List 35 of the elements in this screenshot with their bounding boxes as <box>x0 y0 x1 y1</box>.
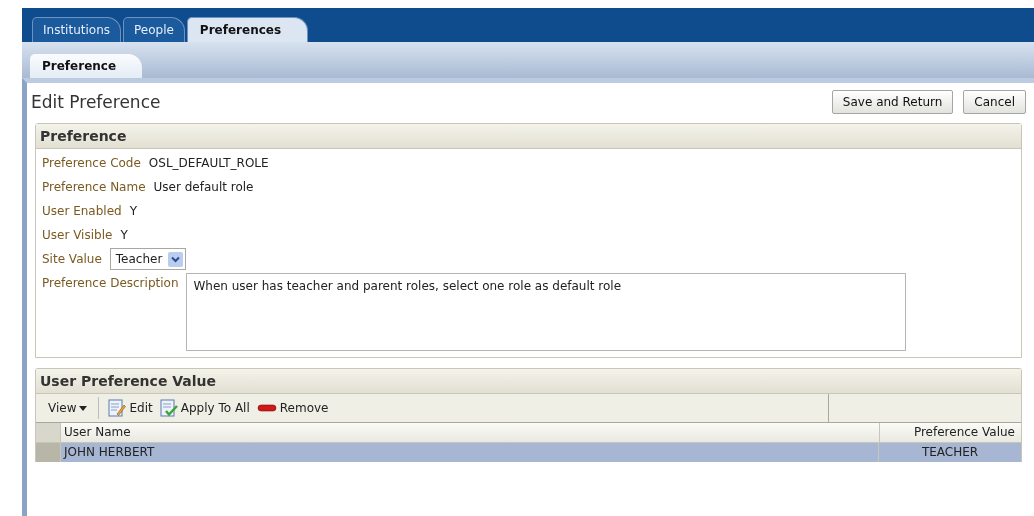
column-header[interactable]: User Name <box>61 423 879 442</box>
tab[interactable]: Institutions <box>32 17 121 42</box>
save-button[interactable]: Save and Return <box>831 90 954 114</box>
toolbar-action[interactable]: Remove <box>279 401 329 415</box>
caret-icon <box>79 405 88 411</box>
table-row[interactable]: JOHN HERBERT TEACHER <box>36 443 1021 462</box>
view-menu[interactable]: View <box>48 401 77 415</box>
table-cell-text: JOHN HERBERT <box>62 444 156 461</box>
tab[interactable]: Preferences <box>186 17 309 42</box>
field-value: Y <box>120 227 128 244</box>
field-label: Site Value <box>42 251 102 268</box>
field-label: User Enabled <box>42 203 122 220</box>
field-label: Preference Description <box>42 275 179 292</box>
field-label: User Visible <box>42 227 113 244</box>
column-header[interactable]: Preference Value <box>879 423 1021 442</box>
field-label: Preference Code <box>42 155 141 172</box>
panel-title: Preference <box>40 128 127 144</box>
document-pencil-icon[interactable] <box>108 399 127 417</box>
document-check-icon[interactable] <box>159 399 178 417</box>
dropdown-icon <box>168 251 184 267</box>
tab[interactable]: People <box>123 17 185 42</box>
field-value: User default role <box>153 179 254 196</box>
toolbar-action[interactable]: Edit <box>129 401 153 415</box>
description-field[interactable]: When user has teacher and parent roles, select one role as default role <box>186 273 907 351</box>
field-label: Preference Name <box>42 179 146 196</box>
tab[interactable]: Preference <box>30 54 143 78</box>
minus-icon[interactable] <box>256 404 277 412</box>
toolbar-action[interactable]: Apply To All <box>180 401 250 415</box>
page-title: Edit Preference <box>31 92 161 112</box>
panel-title: User Preference Value <box>40 373 217 389</box>
site-value-select[interactable]: Teacher <box>109 248 187 270</box>
field-value: Y <box>129 203 137 220</box>
table-cell: TEACHER <box>878 443 1021 462</box>
field-value: OSL_DEFAULT_ROLE <box>148 155 269 172</box>
cancel-button[interactable]: Cancel <box>963 90 1026 114</box>
